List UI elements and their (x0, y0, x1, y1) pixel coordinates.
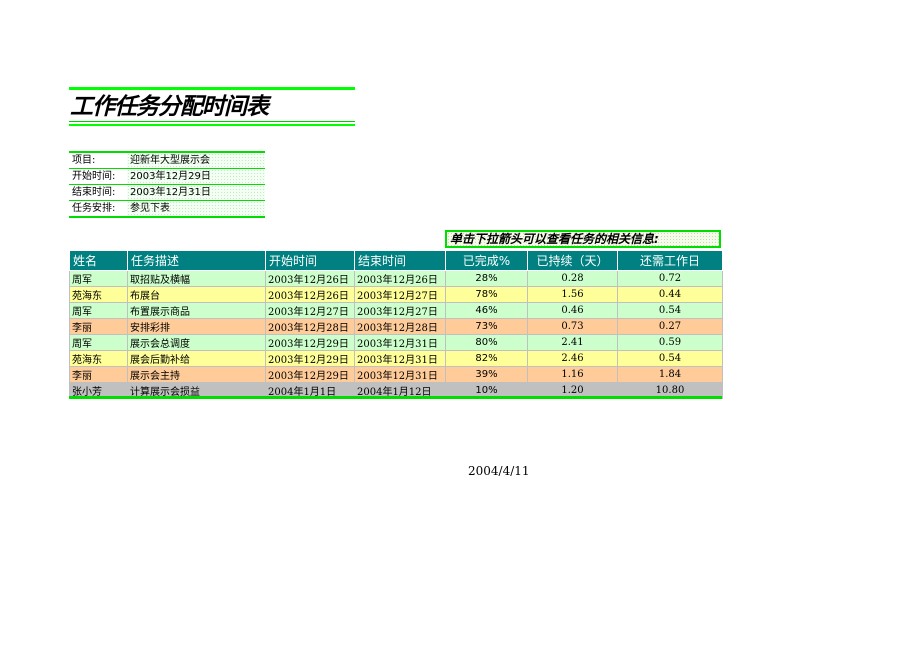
column-header-percent[interactable]: 已完成% (445, 250, 528, 271)
cell-percent[interactable]: 82% (445, 350, 528, 367)
column-header-start[interactable]: 开始时间 (265, 250, 355, 271)
cell-name[interactable]: 李丽 (69, 366, 128, 383)
cell-start[interactable]: 2003年12月28日 (265, 318, 355, 335)
cell-name[interactable]: 李丽 (69, 318, 128, 335)
cell-task[interactable]: 展示会总调度 (127, 334, 266, 351)
cell-start[interactable]: 2003年12月29日 (265, 334, 355, 351)
info-value[interactable]: 2003年12月31日 (127, 185, 265, 200)
cell-percent[interactable]: 28% (445, 270, 528, 287)
cell-task[interactable]: 展示会主持 (127, 366, 266, 383)
title-top-rule (69, 87, 355, 90)
table-row: 苑海东 布展台 2003年12月26日 2003年12月27日 78% 1.56 0.44 (69, 286, 723, 303)
cell-remaining[interactable]: 1.84 (617, 366, 723, 383)
column-header-task[interactable]: 任务描述 (127, 250, 266, 271)
info-value[interactable]: 2003年12月29日 (127, 169, 265, 184)
cell-end[interactable]: 2003年12月27日 (354, 286, 446, 303)
cell-remaining[interactable]: 0.54 (617, 302, 723, 319)
cell-elapsed[interactable]: 1.56 (527, 286, 618, 303)
cell-end[interactable]: 2003年12月27日 (354, 302, 446, 319)
info-value[interactable]: 参见下表 (127, 201, 265, 216)
cell-elapsed[interactable]: 1.16 (527, 366, 618, 383)
info-row-schedule: 任务安排: 参见下表 (69, 201, 265, 218)
cell-start[interactable]: 2003年12月27日 (265, 302, 355, 319)
cell-start[interactable]: 2003年12月29日 (265, 350, 355, 367)
cell-percent[interactable]: 73% (445, 318, 528, 335)
cell-task[interactable]: 取招贴及横幅 (127, 270, 266, 287)
column-header-name[interactable]: 姓名 (69, 250, 128, 271)
column-header-elapsed[interactable]: 已持续（天） (527, 250, 618, 271)
cell-start[interactable]: 2003年12月29日 (265, 366, 355, 383)
cell-elapsed[interactable]: 0.28 (527, 270, 618, 287)
cell-end[interactable]: 2003年12月26日 (354, 270, 446, 287)
task-table: 姓名 任务描述 开始时间 结束时间 已完成% 已持续（天） 还需工作日 周军 取招… (69, 250, 723, 399)
column-header-end[interactable]: 结束时间 (354, 250, 446, 271)
table-header-row: 姓名 任务描述 开始时间 结束时间 已完成% 已持续（天） 还需工作日 (69, 250, 723, 271)
cell-remaining[interactable]: 0.54 (617, 350, 723, 367)
table-bottom-rule (69, 396, 722, 399)
footer-date: 2004/4/11 (468, 464, 530, 478)
cell-end[interactable]: 2003年12月28日 (354, 318, 446, 335)
table-row: 周军 展示会总调度 2003年12月29日 2003年12月31日 80% 2.41 0.5… (69, 334, 723, 351)
info-row-project: 项目: 迎新年大型展示会 (69, 153, 265, 169)
info-label: 结束时间: (72, 187, 116, 198)
project-info-block: 项目: 迎新年大型展示会 开始时间: 2003年12月29日 结束时间: 200… (69, 151, 265, 218)
cell-elapsed[interactable]: 0.46 (527, 302, 618, 319)
cell-name[interactable]: 周军 (69, 270, 128, 287)
info-row-start: 开始时间: 2003年12月29日 (69, 169, 265, 185)
cell-name[interactable]: 苑海东 (69, 350, 128, 367)
cell-remaining[interactable]: 0.27 (617, 318, 723, 335)
table-row: 李丽 安排彩排 2003年12月28日 2003年12月28日 73% 0.73 0.27 (69, 318, 723, 335)
cell-elapsed[interactable]: 2.46 (527, 350, 618, 367)
info-value[interactable]: 迎新年大型展示会 (127, 153, 265, 168)
table-row: 苑海东 展会后勤补给 2003年12月29日 2003年12月31日 82% 2.46 0.… (69, 350, 723, 367)
column-header-remaining[interactable]: 还需工作日 (617, 250, 723, 271)
page-title: 工作任务分配时间表 (70, 94, 269, 120)
cell-end[interactable]: 2003年12月31日 (354, 350, 446, 367)
cell-percent[interactable]: 80% (445, 334, 528, 351)
cell-name[interactable]: 周军 (69, 334, 128, 351)
cell-task[interactable]: 布置展示商品 (127, 302, 266, 319)
cell-percent[interactable]: 78% (445, 286, 528, 303)
cell-percent[interactable]: 46% (445, 302, 528, 319)
info-label: 开始时间: (72, 171, 116, 182)
cell-remaining[interactable]: 0.44 (617, 286, 723, 303)
cell-start[interactable]: 2003年12月26日 (265, 286, 355, 303)
cell-name[interactable]: 苑海东 (69, 286, 128, 303)
dropdown-hint: 单击下拉箭头可以查看任务的相关信息: (445, 230, 721, 248)
table-row: 李丽 展示会主持 2003年12月29日 2003年12月31日 39% 1.16 1.84 (69, 366, 723, 383)
info-row-end: 结束时间: 2003年12月31日 (69, 185, 265, 201)
cell-elapsed[interactable]: 2.41 (527, 334, 618, 351)
info-label: 任务安排: (72, 203, 116, 214)
cell-remaining[interactable]: 0.59 (617, 334, 723, 351)
info-label: 项目: (72, 155, 96, 166)
cell-end[interactable]: 2003年12月31日 (354, 334, 446, 351)
cell-elapsed[interactable]: 0.73 (527, 318, 618, 335)
title-bottom-rule-thick (69, 124, 355, 126)
cell-task[interactable]: 安排彩排 (127, 318, 266, 335)
table-row: 周军 布置展示商品 2003年12月27日 2003年12月27日 46% 0.46 0.5… (69, 302, 723, 319)
cell-task[interactable]: 布展台 (127, 286, 266, 303)
title-bottom-rule-thin (69, 121, 355, 122)
cell-name[interactable]: 周军 (69, 302, 128, 319)
cell-start[interactable]: 2003年12月26日 (265, 270, 355, 287)
cell-task[interactable]: 展会后勤补给 (127, 350, 266, 367)
cell-end[interactable]: 2003年12月31日 (354, 366, 446, 383)
cell-remaining[interactable]: 0.72 (617, 270, 723, 287)
table-row: 周军 取招贴及横幅 2003年12月26日 2003年12月26日 28% 0.28 0.7… (69, 270, 723, 287)
cell-percent[interactable]: 39% (445, 366, 528, 383)
